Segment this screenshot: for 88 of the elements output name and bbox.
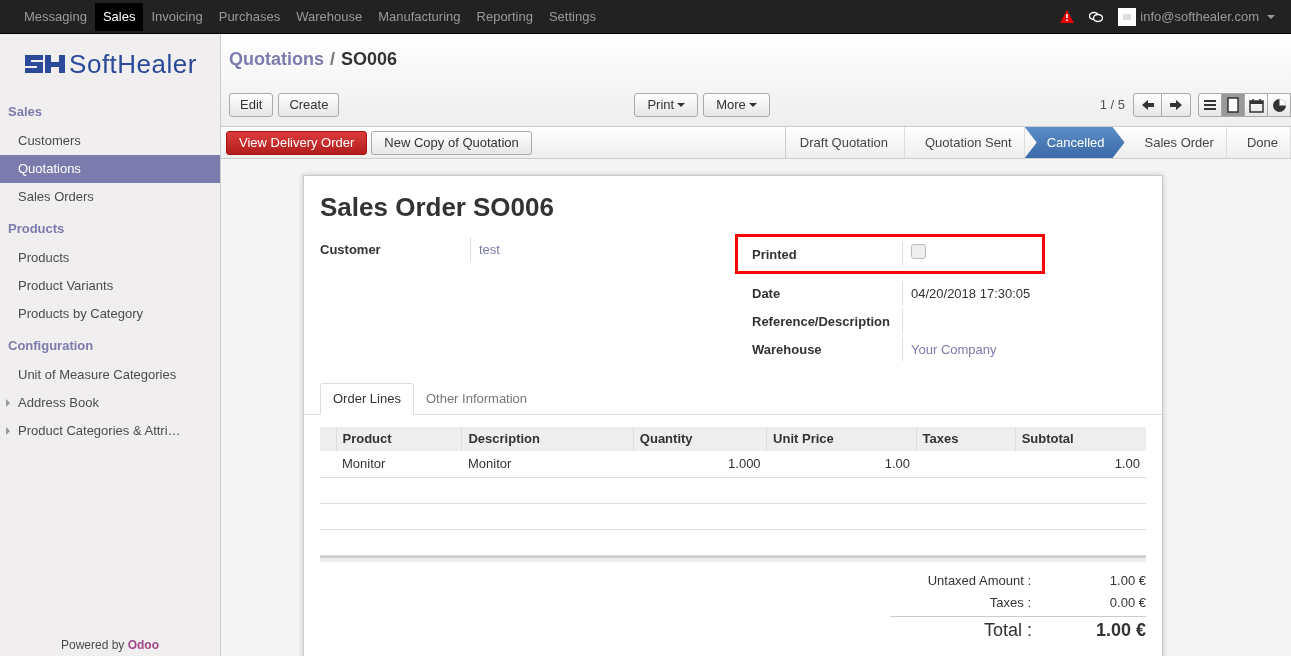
breadcrumb-link[interactable]: Quotations — [229, 45, 324, 73]
table-cell: Monitor — [336, 451, 462, 477]
sidebar-item[interactable]: Sales Orders — [0, 183, 220, 211]
column-header[interactable]: Description — [461, 427, 634, 451]
logo-mark-icon — [23, 53, 68, 75]
status-step[interactable]: Draft Quotation — [785, 127, 905, 158]
column-header[interactable]: Quantity — [633, 427, 767, 451]
field-link[interactable]: test — [479, 242, 500, 257]
sidebar-item[interactable]: Products by Category — [0, 300, 220, 328]
field-label: Printed — [752, 247, 797, 262]
checkbox[interactable] — [911, 244, 926, 259]
status-step[interactable]: Done — [1226, 127, 1291, 158]
status-step[interactable]: Cancelled — [1024, 127, 1125, 158]
top-menu-item[interactable]: Warehouse — [288, 2, 371, 31]
total-value: 1.00 € — [1108, 571, 1146, 590]
powered-by-text: Powered by — [60, 638, 125, 652]
action-button[interactable]: New Copy of Quotation — [371, 130, 532, 155]
view-switch-button[interactable] — [1221, 93, 1245, 117]
chat-icon[interactable] — [1089, 10, 1104, 23]
sidebar-item[interactable]: Unit of Measure Categories — [0, 361, 220, 389]
top-menu-item[interactable]: Invoicing — [143, 2, 211, 31]
breadcrumb-current: SO006 — [341, 47, 398, 71]
grand-total-label: Total : — [982, 618, 1032, 642]
caret-icon — [677, 103, 686, 107]
sidebar-item[interactable]: Products — [0, 244, 220, 272]
sidebar-item[interactable]: Product Categories & Attri… — [0, 417, 220, 445]
total-label: Taxes : — [988, 593, 1031, 612]
status-step[interactable]: Sales Order — [1124, 127, 1227, 158]
table-cell: 1.00 — [1015, 451, 1146, 477]
dropdown-button[interactable]: More — [703, 93, 770, 117]
sidebar-item[interactable]: Customers — [0, 127, 220, 155]
sidebar-item[interactable]: Quotations — [0, 155, 220, 183]
view-switch-button[interactable] — [1244, 93, 1268, 117]
table-cell: 1.000 — [633, 451, 767, 477]
warning-icon[interactable] — [1060, 10, 1075, 23]
next-button[interactable] — [1162, 93, 1191, 117]
top-menu-item[interactable]: Messaging — [16, 2, 95, 31]
list-icon — [1203, 99, 1217, 111]
form-title: Sales Order — [320, 191, 466, 224]
previous-button[interactable] — [1133, 93, 1162, 117]
column-header[interactable]: Subtotal — [1015, 427, 1146, 451]
dropdown-button[interactable]: Print — [634, 93, 699, 117]
field-label: Reference/Description — [752, 314, 890, 329]
pager-text: 1 / 5 — [1099, 96, 1125, 115]
caret-icon — [748, 103, 757, 107]
left-arrow-icon — [1141, 100, 1154, 110]
view-switch-button[interactable] — [1267, 93, 1291, 117]
column-header[interactable]: Product — [336, 427, 462, 451]
column-header[interactable]: Taxes — [916, 427, 1016, 451]
grand-total-value: 1.00 € — [1094, 618, 1146, 642]
toolbar-button[interactable]: Create — [278, 93, 340, 117]
action-button[interactable]: View Delivery Order — [226, 130, 368, 155]
total-value: 0.00 € — [1108, 593, 1146, 612]
field-value: 04/20/2018 17:30:05 — [911, 286, 1031, 301]
top-menu-item[interactable]: Reporting — [468, 2, 541, 31]
field-link[interactable]: Your Company — [911, 342, 997, 357]
calendar-icon — [1248, 97, 1264, 113]
top-menu-item[interactable]: Settings — [540, 2, 604, 31]
form-tab[interactable]: Order Lines — [320, 383, 414, 415]
table-cell: 1.00 — [766, 451, 916, 477]
form-number: SO006 — [473, 191, 554, 224]
view-switch-button[interactable] — [1198, 93, 1222, 117]
field-label: Warehouse — [752, 342, 822, 357]
status-step[interactable]: Quotation Sent — [905, 127, 1025, 158]
avatar-icon — [1118, 7, 1137, 26]
total-label: Untaxed Amount : — [926, 571, 1031, 590]
row-handle-header — [320, 427, 336, 451]
user-menu[interactable]: info@softhealer.com — [1140, 6, 1275, 27]
field-label: Customer — [320, 242, 381, 257]
sidebar-item[interactable]: Address Book — [0, 389, 220, 417]
field-label: Date — [752, 286, 781, 301]
top-menu-item[interactable]: Manufacturing — [370, 2, 469, 31]
document-icon — [1227, 97, 1239, 113]
pie-chart-icon — [1271, 97, 1287, 113]
form-tab[interactable]: Other Information — [413, 383, 540, 415]
column-header[interactable]: Unit Price — [766, 427, 916, 451]
sidebar-section-title: Configuration — [8, 338, 94, 353]
top-menu-item[interactable]: Sales — [94, 2, 144, 31]
brand-link[interactable]: Odoo — [127, 638, 159, 652]
breadcrumb-separator: / — [330, 47, 335, 71]
sidebar-item[interactable]: Product Variants — [0, 272, 220, 300]
sidebar-section-title: Sales — [8, 104, 42, 119]
top-menu-item[interactable]: Purchases — [210, 2, 289, 31]
sidebar-section-title: Products — [8, 221, 65, 236]
toolbar-button[interactable]: Edit — [229, 93, 274, 117]
right-arrow-icon — [1170, 100, 1182, 110]
logo-text: SoftHealer — [69, 47, 197, 81]
table-cell: Monitor — [461, 451, 634, 477]
